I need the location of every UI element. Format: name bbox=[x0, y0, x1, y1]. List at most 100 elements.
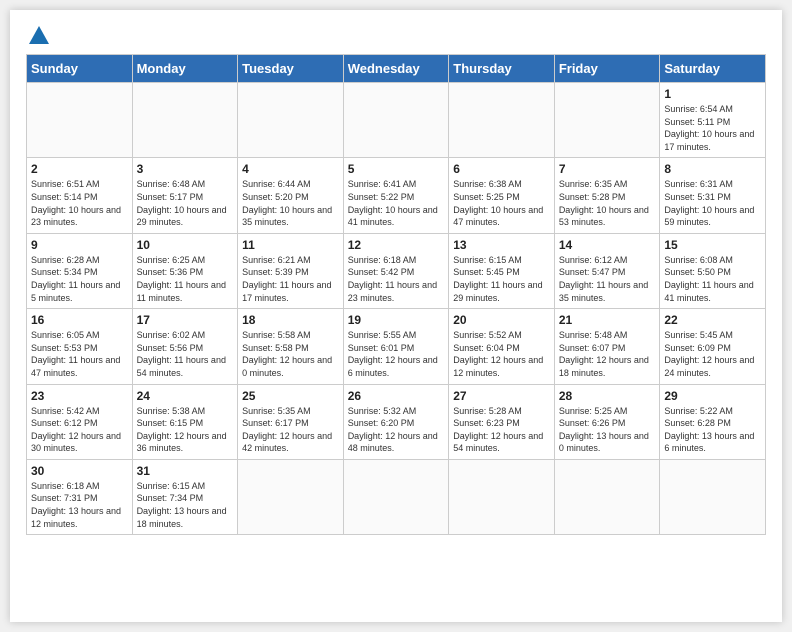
day-cell bbox=[238, 83, 344, 158]
day-info: Sunrise: 6:48 AM Sunset: 5:17 PM Dayligh… bbox=[137, 178, 234, 228]
day-cell: 27 Sunrise: 5:28 AM Sunset: 6:23 PM Dayli… bbox=[449, 384, 555, 459]
day-cell: 28 Sunrise: 5:25 AM Sunset: 6:26 PM Dayli… bbox=[554, 384, 660, 459]
day-info: Sunrise: 6:51 AM Sunset: 5:14 PM Dayligh… bbox=[31, 178, 128, 228]
day-cell: 12 Sunrise: 6:18 AM Sunset: 5:42 PM Dayli… bbox=[343, 233, 449, 308]
day-cell: 7 Sunrise: 6:35 AM Sunset: 5:28 PM Daylig… bbox=[554, 158, 660, 233]
day-number: 29 bbox=[664, 389, 761, 403]
day-cell bbox=[554, 83, 660, 158]
week-row-1: 1 Sunrise: 6:54 AM Sunset: 5:11 PM Daylig… bbox=[27, 83, 766, 158]
day-info: Sunrise: 6:02 AM Sunset: 5:56 PM Dayligh… bbox=[137, 329, 234, 379]
weekday-sunday: Sunday bbox=[27, 55, 133, 83]
day-number: 18 bbox=[242, 313, 339, 327]
weekday-friday: Friday bbox=[554, 55, 660, 83]
day-cell: 26 Sunrise: 5:32 AM Sunset: 6:20 PM Dayli… bbox=[343, 384, 449, 459]
day-cell: 10 Sunrise: 6:25 AM Sunset: 5:36 PM Dayli… bbox=[132, 233, 238, 308]
day-info: Sunrise: 5:32 AM Sunset: 6:20 PM Dayligh… bbox=[348, 405, 445, 455]
weekday-thursday: Thursday bbox=[449, 55, 555, 83]
day-cell: 1 Sunrise: 6:54 AM Sunset: 5:11 PM Daylig… bbox=[660, 83, 766, 158]
day-cell: 16 Sunrise: 6:05 AM Sunset: 5:53 PM Dayli… bbox=[27, 309, 133, 384]
day-number: 11 bbox=[242, 238, 339, 252]
day-info: Sunrise: 6:54 AM Sunset: 5:11 PM Dayligh… bbox=[664, 103, 761, 153]
day-info: Sunrise: 5:45 AM Sunset: 6:09 PM Dayligh… bbox=[664, 329, 761, 379]
day-number: 10 bbox=[137, 238, 234, 252]
weekday-wednesday: Wednesday bbox=[343, 55, 449, 83]
day-number: 15 bbox=[664, 238, 761, 252]
day-info: Sunrise: 6:15 AM Sunset: 7:34 PM Dayligh… bbox=[137, 480, 234, 530]
day-info: Sunrise: 5:25 AM Sunset: 6:26 PM Dayligh… bbox=[559, 405, 656, 455]
day-cell: 5 Sunrise: 6:41 AM Sunset: 5:22 PM Daylig… bbox=[343, 158, 449, 233]
day-cell: 30Sunrise: 6:18 AM Sunset: 7:31 PM Dayli… bbox=[27, 459, 133, 534]
day-info: Sunrise: 6:41 AM Sunset: 5:22 PM Dayligh… bbox=[348, 178, 445, 228]
day-number: 27 bbox=[453, 389, 550, 403]
day-cell: 2 Sunrise: 6:51 AM Sunset: 5:14 PM Daylig… bbox=[27, 158, 133, 233]
day-info: Sunrise: 5:58 AM Sunset: 5:58 PM Dayligh… bbox=[242, 329, 339, 379]
day-cell: 9Sunrise: 6:28 AM Sunset: 5:34 PM Daylig… bbox=[27, 233, 133, 308]
day-cell bbox=[660, 459, 766, 534]
day-cell: 6Sunrise: 6:38 AM Sunset: 5:25 PM Daylig… bbox=[449, 158, 555, 233]
day-cell: 22 Sunrise: 5:45 AM Sunset: 6:09 PM Dayli… bbox=[660, 309, 766, 384]
day-info: Sunrise: 5:38 AM Sunset: 6:15 PM Dayligh… bbox=[137, 405, 234, 455]
day-number: 6 bbox=[453, 162, 550, 176]
day-number: 26 bbox=[348, 389, 445, 403]
day-cell bbox=[449, 83, 555, 158]
day-cell: 20 Sunrise: 5:52 AM Sunset: 6:04 PM Dayli… bbox=[449, 309, 555, 384]
day-info: Sunrise: 6:35 AM Sunset: 5:28 PM Dayligh… bbox=[559, 178, 656, 228]
day-info: Sunrise: 6:25 AM Sunset: 5:36 PM Dayligh… bbox=[137, 254, 234, 304]
day-number: 30 bbox=[31, 464, 128, 478]
week-row-4: 16 Sunrise: 6:05 AM Sunset: 5:53 PM Dayli… bbox=[27, 309, 766, 384]
day-info: Sunrise: 6:08 AM Sunset: 5:50 PM Dayligh… bbox=[664, 254, 761, 304]
day-cell: 18 Sunrise: 5:58 AM Sunset: 5:58 PM Dayli… bbox=[238, 309, 344, 384]
day-number: 8 bbox=[664, 162, 761, 176]
calendar-container: SundayMondayTuesdayWednesdayThursdayFrid… bbox=[10, 10, 782, 622]
day-info: Sunrise: 5:35 AM Sunset: 6:17 PM Dayligh… bbox=[242, 405, 339, 455]
day-cell bbox=[132, 83, 238, 158]
day-number: 5 bbox=[348, 162, 445, 176]
day-cell: 21Sunrise: 5:48 AM Sunset: 6:07 PM Dayli… bbox=[554, 309, 660, 384]
weekday-header-row: SundayMondayTuesdayWednesdayThursdayFrid… bbox=[27, 55, 766, 83]
day-number: 4 bbox=[242, 162, 339, 176]
day-number: 12 bbox=[348, 238, 445, 252]
week-row-5: 23 Sunrise: 5:42 AM Sunset: 6:12 PM Dayli… bbox=[27, 384, 766, 459]
day-info: Sunrise: 5:28 AM Sunset: 6:23 PM Dayligh… bbox=[453, 405, 550, 455]
day-number: 9 bbox=[31, 238, 128, 252]
day-number: 25 bbox=[242, 389, 339, 403]
day-number: 20 bbox=[453, 313, 550, 327]
logo-triangle-icon bbox=[29, 26, 49, 44]
day-number: 1 bbox=[664, 87, 761, 101]
day-info: Sunrise: 6:31 AM Sunset: 5:31 PM Dayligh… bbox=[664, 178, 761, 228]
day-number: 22 bbox=[664, 313, 761, 327]
weekday-saturday: Saturday bbox=[660, 55, 766, 83]
day-number: 28 bbox=[559, 389, 656, 403]
day-number: 7 bbox=[559, 162, 656, 176]
day-info: Sunrise: 6:05 AM Sunset: 5:53 PM Dayligh… bbox=[31, 329, 128, 379]
day-cell: 25 Sunrise: 5:35 AM Sunset: 6:17 PM Dayli… bbox=[238, 384, 344, 459]
day-cell: 29 Sunrise: 5:22 AM Sunset: 6:28 PM Dayli… bbox=[660, 384, 766, 459]
day-cell: 17Sunrise: 6:02 AM Sunset: 5:56 PM Dayli… bbox=[132, 309, 238, 384]
day-number: 24 bbox=[137, 389, 234, 403]
day-cell: 13Sunrise: 6:15 AM Sunset: 5:45 PM Dayli… bbox=[449, 233, 555, 308]
day-info: Sunrise: 6:18 AM Sunset: 5:42 PM Dayligh… bbox=[348, 254, 445, 304]
day-cell bbox=[238, 459, 344, 534]
day-number: 19 bbox=[348, 313, 445, 327]
day-cell: 4Sunrise: 6:44 AM Sunset: 5:20 PM Daylig… bbox=[238, 158, 344, 233]
day-info: Sunrise: 5:48 AM Sunset: 6:07 PM Dayligh… bbox=[559, 329, 656, 379]
week-row-6: 30Sunrise: 6:18 AM Sunset: 7:31 PM Dayli… bbox=[27, 459, 766, 534]
day-number: 16 bbox=[31, 313, 128, 327]
day-number: 2 bbox=[31, 162, 128, 176]
day-number: 3 bbox=[137, 162, 234, 176]
weekday-monday: Monday bbox=[132, 55, 238, 83]
day-number: 23 bbox=[31, 389, 128, 403]
day-cell: 11Sunrise: 6:21 AM Sunset: 5:39 PM Dayli… bbox=[238, 233, 344, 308]
day-info: Sunrise: 5:22 AM Sunset: 6:28 PM Dayligh… bbox=[664, 405, 761, 455]
day-info: Sunrise: 5:55 AM Sunset: 6:01 PM Dayligh… bbox=[348, 329, 445, 379]
day-cell bbox=[554, 459, 660, 534]
header-area bbox=[26, 26, 766, 46]
week-row-3: 9Sunrise: 6:28 AM Sunset: 5:34 PM Daylig… bbox=[27, 233, 766, 308]
day-number: 14 bbox=[559, 238, 656, 252]
day-cell: 19 Sunrise: 5:55 AM Sunset: 6:01 PM Dayli… bbox=[343, 309, 449, 384]
day-cell: 8 Sunrise: 6:31 AM Sunset: 5:31 PM Daylig… bbox=[660, 158, 766, 233]
week-row-2: 2 Sunrise: 6:51 AM Sunset: 5:14 PM Daylig… bbox=[27, 158, 766, 233]
day-info: Sunrise: 5:52 AM Sunset: 6:04 PM Dayligh… bbox=[453, 329, 550, 379]
calendar-table: SundayMondayTuesdayWednesdayThursdayFrid… bbox=[26, 54, 766, 535]
day-info: Sunrise: 5:42 AM Sunset: 6:12 PM Dayligh… bbox=[31, 405, 128, 455]
